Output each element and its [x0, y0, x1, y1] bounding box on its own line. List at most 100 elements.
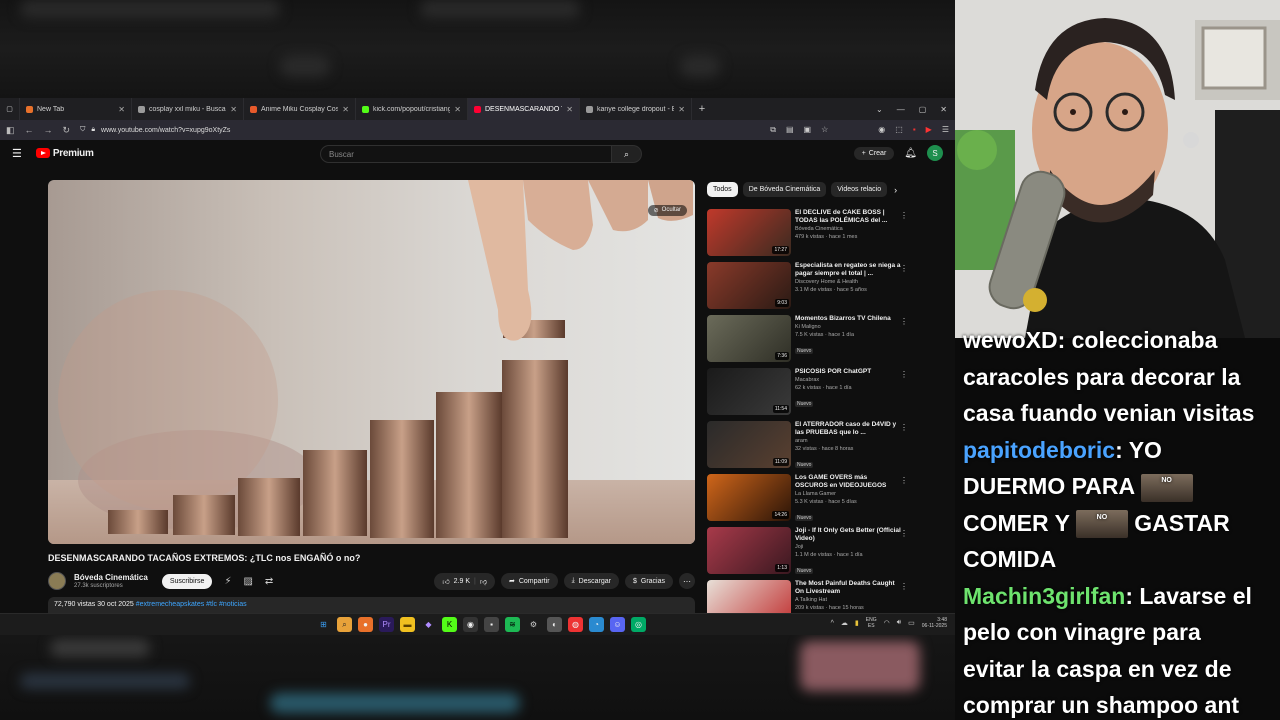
- recommendation-title[interactable]: El ATERRADOR caso de D4VID y las PRUEBAS…: [795, 421, 901, 437]
- recommendation-item[interactable]: 11:54 PSICOSIS POR ChatGPT Macabrax 62 k…: [707, 368, 912, 420]
- search-app-icon[interactable]: ⌕: [337, 617, 352, 632]
- obs-icon[interactable]: ◉: [463, 617, 478, 632]
- recommendation-title[interactable]: Los GAME OVERS más OSCUROS en VIDEOJUEGO…: [795, 474, 901, 490]
- maximize-icon[interactable]: ▢: [919, 105, 927, 114]
- cloud-icon[interactable]: ☁: [841, 619, 848, 627]
- file-explorer-icon[interactable]: ▬: [400, 617, 415, 632]
- more-vert-icon[interactable]: ⋮: [900, 211, 908, 220]
- thanks-button[interactable]: $ Gracias: [624, 573, 673, 589]
- recommendation-channel[interactable]: Ki Maligno: [795, 324, 901, 331]
- chip-all[interactable]: Todos: [707, 182, 738, 197]
- more-actions-icon[interactable]: ⋯: [679, 573, 695, 589]
- recommendation-item[interactable]: 1:13 Joji - If It Only Gets Better (Offi…: [707, 527, 912, 579]
- close-tab-icon[interactable]: ✕: [230, 105, 237, 114]
- channel-avatar[interactable]: [48, 572, 66, 590]
- screenshot-icon[interactable]: ⧉: [770, 125, 776, 135]
- pip-icon[interactable]: ▣: [804, 125, 812, 135]
- tab-1[interactable]: cosplay xxl miku - Buscar con G✕: [132, 98, 244, 120]
- more-vert-icon[interactable]: ⋮: [900, 370, 908, 379]
- recommendation-title[interactable]: Joji - If It Only Gets Better (Official …: [795, 527, 901, 543]
- recommendation-title[interactable]: El DECLIVE de CAKE BOSS | TODAS las POLÉ…: [795, 209, 901, 225]
- account-icon[interactable]: ◉: [878, 125, 885, 135]
- more-vert-icon[interactable]: ⋮: [900, 582, 908, 591]
- search-button[interactable]: ⌕: [612, 145, 642, 163]
- download-button[interactable]: ⤓ Descargar: [563, 573, 619, 589]
- video-thumbnail[interactable]: 9:03: [707, 262, 791, 309]
- recommendation-title[interactable]: The Most Painful Deaths Caught On Livest…: [795, 580, 901, 596]
- language-indicator[interactable]: ENG ES: [866, 617, 877, 629]
- tab-0[interactable]: New Tab ✕: [20, 98, 132, 120]
- premiere-icon[interactable]: Pr: [379, 617, 394, 632]
- bookmark-star-icon[interactable]: ☆: [821, 125, 828, 135]
- notifications-bell-icon[interactable]: 🔔︎: [904, 148, 917, 159]
- recommendation-channel[interactable]: aram: [795, 438, 901, 445]
- spotify-icon[interactable]: ≋: [505, 617, 520, 632]
- clock[interactable]: 3:48 06-11-2025: [922, 617, 947, 629]
- description-box[interactable]: 72,790 vistas 30 oct 2025 #extremecheaps…: [48, 597, 695, 613]
- mic-icon[interactable]: ▮: [855, 619, 859, 627]
- extension-icon[interactable]: ▪: [913, 125, 916, 135]
- video-player[interactable]: ⊘ Ocultar: [48, 180, 695, 544]
- more-vert-icon[interactable]: ⋮: [900, 264, 908, 273]
- hashtags[interactable]: #extremecheapskates #tlc #noticias: [136, 601, 247, 608]
- video-thumbnail[interactable]: 14:26: [707, 474, 791, 521]
- recommendation-channel[interactable]: Macabrax: [795, 377, 901, 384]
- recommendation-item[interactable]: 9:03 Especialista en regateo se niega a …: [707, 262, 912, 314]
- tab-5[interactable]: kanye college dropout - Buscar ✕: [580, 98, 692, 120]
- more-vert-icon[interactable]: ⋮: [900, 529, 908, 538]
- back-icon[interactable]: ←: [25, 125, 34, 135]
- search-input[interactable]: Buscar: [320, 145, 612, 163]
- more-vert-icon[interactable]: ⋮: [900, 317, 908, 326]
- video-thumbnail[interactable]: 11:09: [707, 421, 791, 468]
- chevron-down-icon[interactable]: ⌄: [876, 105, 883, 114]
- settings-gear-icon[interactable]: ⚙: [526, 617, 541, 632]
- share-button[interactable]: ➦ Compartir: [500, 573, 558, 589]
- avatar[interactable]: S: [927, 145, 943, 161]
- app-icon[interactable]: ◐: [547, 617, 562, 632]
- recommendation-item[interactable]: 17:27 El DECLIVE de CAKE BOSS | TODAS la…: [707, 209, 912, 261]
- chat-username[interactable]: Machin3girlfan: [963, 583, 1125, 609]
- battery-icon[interactable]: ▭: [908, 619, 915, 627]
- tray-arrow-icon[interactable]: ^: [831, 620, 834, 627]
- firefox-icon[interactable]: ●: [358, 617, 373, 632]
- create-button[interactable]: + Crear: [853, 146, 895, 160]
- chip-channel[interactable]: De Bóveda Cinemática: [742, 182, 827, 197]
- discord-icon[interactable]: ☺: [610, 617, 625, 632]
- recommendation-title[interactable]: Especialista en regateo se niega a pagar…: [795, 262, 901, 278]
- like-button[interactable]: 👍︎ 2.9 K | 👎︎: [434, 572, 495, 590]
- video-thumbnail[interactable]: 11:54: [707, 368, 791, 415]
- close-icon[interactable]: ✕: [940, 105, 947, 114]
- close-tab-icon[interactable]: ✕: [678, 105, 685, 114]
- chat-username[interactable]: wewoXD: [963, 327, 1058, 353]
- address-bar[interactable]: ⛉ 🔒︎ www.youtube.com/watch?v=xupg9oXtyZs: [80, 126, 760, 134]
- edge-icon[interactable]: ◔: [589, 617, 604, 632]
- recommendation-title[interactable]: Momentos Bizarros TV Chilena: [795, 315, 901, 323]
- sidebar-toggle-icon[interactable]: ◧: [6, 125, 15, 136]
- windows-start-icon[interactable]: ⊞: [316, 617, 331, 632]
- menu-icon[interactable]: ☰: [942, 125, 949, 135]
- extensions-icon[interactable]: ⬚: [895, 125, 903, 135]
- image-icon[interactable]: ▨: [243, 576, 252, 587]
- reader-icon[interactable]: ▤: [786, 125, 794, 135]
- dislike-icon[interactable]: 👎︎: [480, 577, 487, 586]
- recommendation-channel[interactable]: Joji: [795, 544, 901, 551]
- minimize-icon[interactable]: —: [897, 105, 905, 114]
- more-vert-icon[interactable]: ⋮: [900, 423, 908, 432]
- youtube-logo[interactable]: Premium: [35, 148, 94, 159]
- more-vert-icon[interactable]: ⋮: [900, 476, 908, 485]
- video-thumbnail[interactable]: 7:36: [707, 315, 791, 362]
- tab-3[interactable]: kick.com/popout/cristianghost✕: [356, 98, 468, 120]
- app-icon[interactable]: ◎: [631, 617, 646, 632]
- channel-name[interactable]: Bóveda Cinemática: [74, 573, 148, 582]
- recommendation-channel[interactable]: La Llama Gamer: [795, 491, 901, 498]
- hide-button[interactable]: ⊘ Ocultar: [647, 205, 687, 216]
- video-thumbnail[interactable]: [707, 580, 791, 613]
- subscribe-button[interactable]: Suscribirse: [161, 573, 213, 589]
- recommendation-channel[interactable]: A Talking Hat: [795, 597, 901, 604]
- video-thumbnail[interactable]: 17:27: [707, 209, 791, 256]
- youtube-ext-icon[interactable]: ▶: [926, 125, 932, 135]
- new-tab-icon[interactable]: +: [692, 103, 712, 115]
- chevron-right-icon[interactable]: ›: [894, 185, 897, 195]
- tab-4[interactable]: DESENMASCARANDO TACAÑ ✕: [468, 98, 580, 120]
- tab-list-icon[interactable]: ▢: [0, 98, 20, 120]
